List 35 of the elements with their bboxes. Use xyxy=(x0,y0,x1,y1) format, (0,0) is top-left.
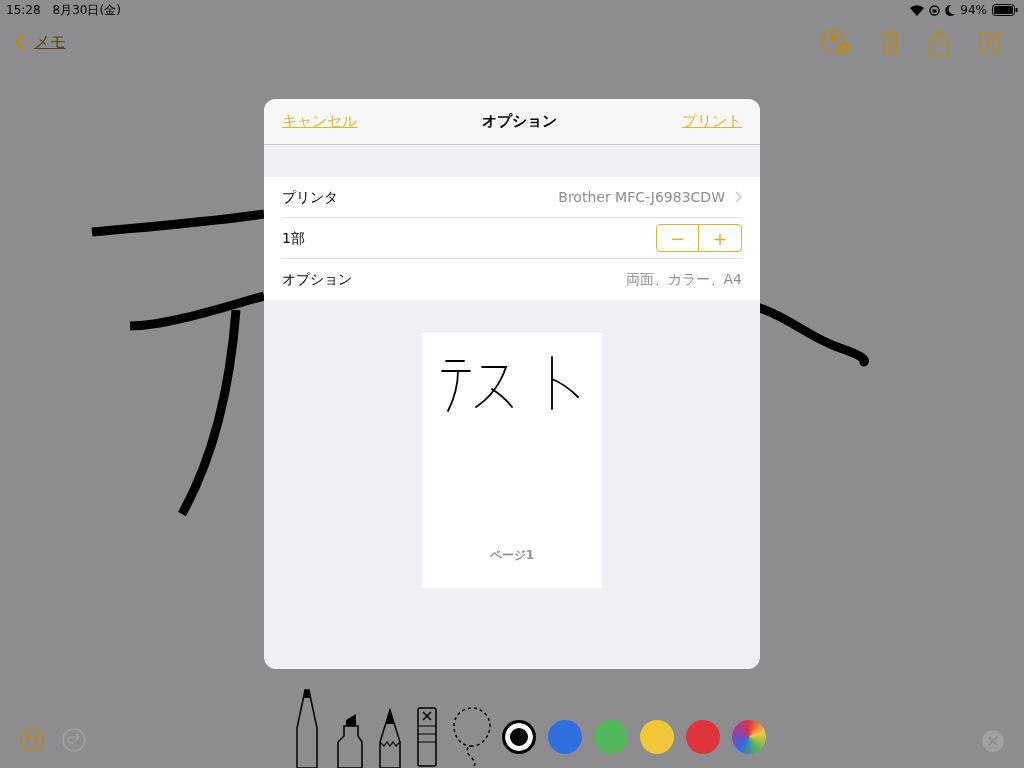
print-link[interactable]: プリント xyxy=(682,110,742,133)
color-wheel-icon[interactable] xyxy=(732,720,766,754)
moon-icon xyxy=(945,4,956,16)
status-date: 8月30日(金) xyxy=(52,2,121,19)
page-label: ページ1 xyxy=(489,547,535,564)
color-swatch[interactable] xyxy=(640,720,674,754)
back-button[interactable]: メモ xyxy=(14,30,66,54)
row-label: プリンタ xyxy=(282,187,338,207)
wifi-icon xyxy=(910,4,925,16)
options-value[interactable]: 両面、カラー、A4 xyxy=(625,269,742,290)
chevron-left-icon xyxy=(14,32,26,52)
row-label: 1部 xyxy=(282,228,305,248)
decrement-button[interactable]: − xyxy=(657,225,699,251)
share-icon[interactable] xyxy=(928,28,950,56)
pencil-icon[interactable] xyxy=(378,708,402,768)
lock-rotation-icon xyxy=(929,4,941,16)
battery-percent: 94% xyxy=(960,2,987,19)
eraser-icon[interactable] xyxy=(416,706,438,768)
chevron-right-icon xyxy=(735,191,742,203)
battery-icon xyxy=(992,4,1018,16)
undo-icon[interactable] xyxy=(20,728,44,752)
color-swatch[interactable] xyxy=(548,720,582,754)
sheet-title: オプション xyxy=(482,111,557,133)
increment-button[interactable]: + xyxy=(699,225,741,251)
status-time: 15:28 xyxy=(6,2,41,19)
add-person-icon[interactable] xyxy=(820,28,852,56)
trash-icon[interactable] xyxy=(880,30,900,54)
printer-selector[interactable]: Brother MFC-J6983CDW xyxy=(558,186,742,208)
row-label: オプション xyxy=(282,270,352,289)
lasso-icon[interactable] xyxy=(452,706,492,768)
color-swatch[interactable] xyxy=(502,720,536,754)
cancel-link[interactable]: キャンセル xyxy=(282,110,357,133)
color-swatch[interactable] xyxy=(686,720,720,754)
compose-icon[interactable] xyxy=(978,30,1002,54)
color-swatch[interactable] xyxy=(594,720,628,754)
